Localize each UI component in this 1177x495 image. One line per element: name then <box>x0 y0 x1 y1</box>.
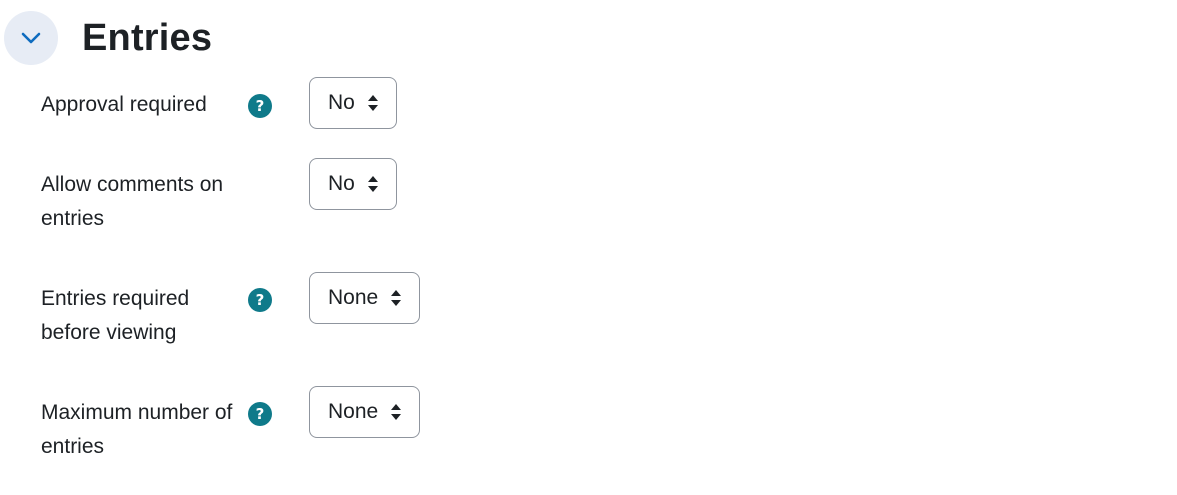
allow-comments-select-value: No <box>328 172 355 195</box>
section-header: Entries <box>4 11 212 65</box>
sort-updown-icon <box>390 403 402 421</box>
maximum-entries-select-value: None <box>328 400 379 423</box>
entries-required-label: Entries required before viewing <box>41 287 190 344</box>
chevron-down-icon <box>21 32 41 44</box>
approval-required-label: Approval required <box>41 93 207 116</box>
help-icon[interactable]: ? <box>248 288 272 312</box>
maximum-entries-select[interactable]: None <box>309 386 421 438</box>
section-title: Entries <box>82 16 213 59</box>
entries-required-select-value: None <box>328 286 379 309</box>
help-icon[interactable]: ? <box>248 94 272 118</box>
allow-comments-select[interactable]: No <box>309 158 397 210</box>
allow-comments-label: Allow comments on entries <box>41 173 224 230</box>
sort-updown-icon <box>367 175 379 193</box>
collapse-toggle-button[interactable] <box>4 11 58 65</box>
help-icon[interactable]: ? <box>248 402 272 426</box>
sort-updown-icon <box>367 94 379 112</box>
sort-updown-icon <box>390 289 402 307</box>
entries-required-select[interactable]: None <box>309 272 421 324</box>
approval-required-select-value: No <box>328 91 355 114</box>
maximum-entries-label: Maximum number of entries <box>41 401 233 458</box>
approval-required-select[interactable]: No <box>309 77 397 129</box>
